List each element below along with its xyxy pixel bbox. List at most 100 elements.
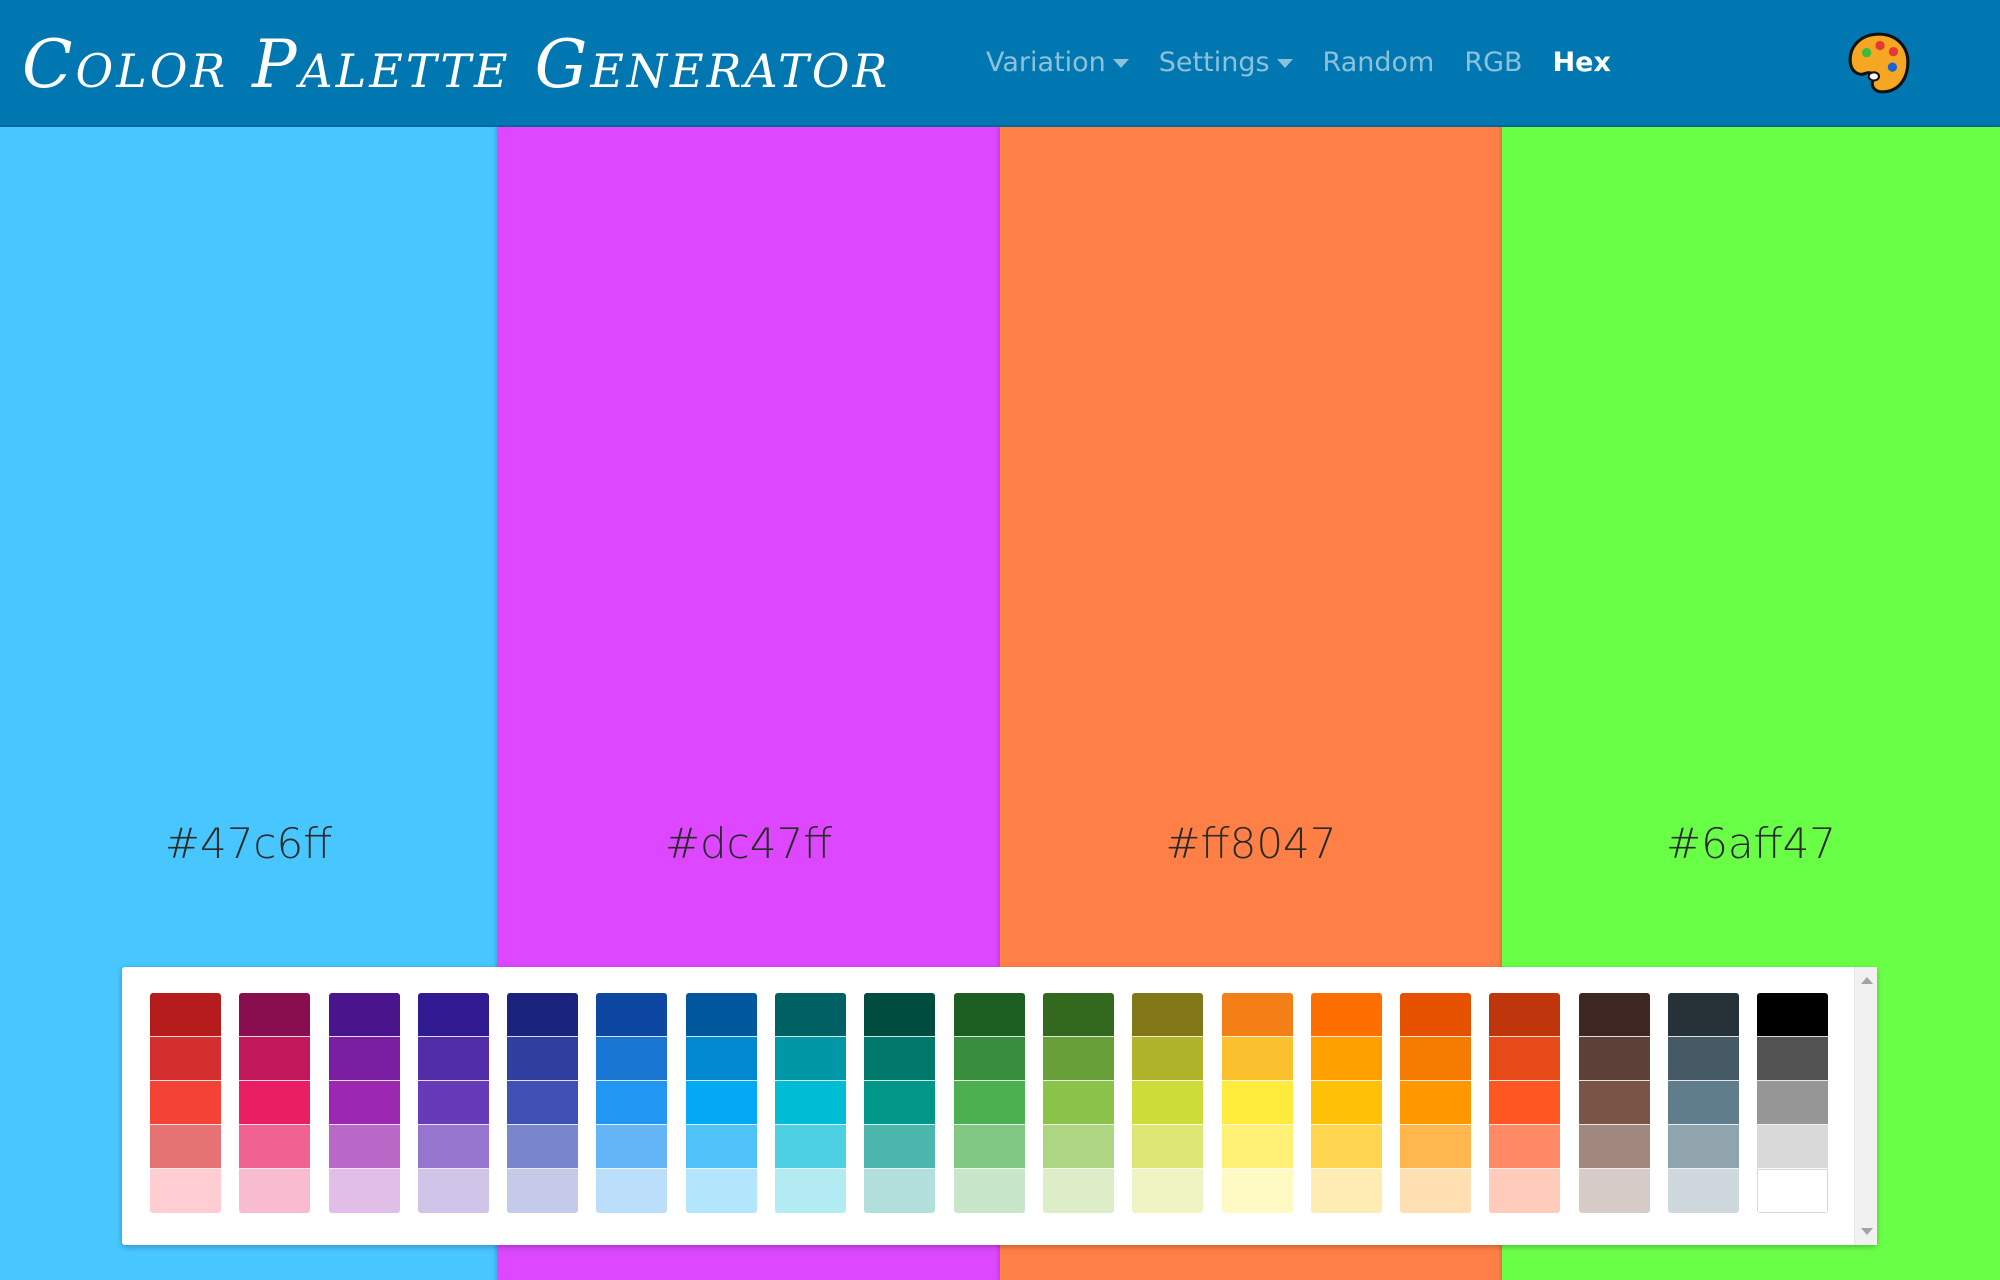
- color-swatch[interactable]: [1668, 1037, 1740, 1081]
- color-swatch[interactable]: [1400, 1125, 1472, 1169]
- color-swatch[interactable]: [1578, 1125, 1650, 1169]
- color-swatch[interactable]: [1757, 1169, 1829, 1213]
- color-swatch[interactable]: [864, 1125, 936, 1169]
- color-swatch[interactable]: [1757, 1081, 1829, 1125]
- color-swatch[interactable]: [150, 1037, 221, 1081]
- color-swatch[interactable]: [685, 1037, 757, 1081]
- color-swatch[interactable]: [1132, 1037, 1204, 1081]
- color-swatch[interactable]: [1757, 1037, 1829, 1081]
- color-swatch[interactable]: [150, 1169, 221, 1213]
- color-swatch[interactable]: [685, 1125, 757, 1169]
- color-swatch[interactable]: [1757, 1125, 1829, 1169]
- color-swatch[interactable]: [417, 993, 489, 1037]
- color-swatch[interactable]: [864, 993, 936, 1037]
- color-swatch[interactable]: [507, 1125, 579, 1169]
- color-swatch[interactable]: [1042, 993, 1114, 1037]
- color-swatch[interactable]: [1132, 993, 1204, 1037]
- color-swatch[interactable]: [507, 1037, 579, 1081]
- color-swatch[interactable]: [953, 1169, 1025, 1213]
- color-swatch[interactable]: [1221, 1081, 1293, 1125]
- color-swatch[interactable]: [1221, 1037, 1293, 1081]
- color-swatch[interactable]: [775, 993, 847, 1037]
- color-swatch[interactable]: [1042, 1169, 1114, 1213]
- color-hex-label[interactable]: #47c6ff: [0, 819, 497, 868]
- color-swatch[interactable]: [239, 1037, 311, 1081]
- color-swatch[interactable]: [1668, 993, 1740, 1037]
- color-swatch[interactable]: [596, 1169, 668, 1213]
- color-swatch[interactable]: [596, 1081, 668, 1125]
- color-swatch[interactable]: [775, 1125, 847, 1169]
- color-swatch[interactable]: [328, 1081, 400, 1125]
- color-swatch[interactable]: [1489, 1169, 1561, 1213]
- nav-variation[interactable]: Variation: [986, 47, 1129, 78]
- brand-title[interactable]: Color Palette Generator: [22, 14, 890, 114]
- color-swatch[interactable]: [239, 1125, 311, 1169]
- color-swatch[interactable]: [1578, 993, 1650, 1037]
- artist-palette-icon[interactable]: [1846, 30, 1912, 96]
- color-swatch[interactable]: [1757, 993, 1829, 1037]
- color-swatch[interactable]: [1489, 1037, 1561, 1081]
- color-swatch[interactable]: [417, 1125, 489, 1169]
- color-swatch[interactable]: [864, 1037, 936, 1081]
- color-swatch[interactable]: [1489, 993, 1561, 1037]
- color-swatch[interactable]: [1310, 993, 1382, 1037]
- color-swatch[interactable]: [775, 1169, 847, 1213]
- nav-rgb[interactable]: RGB: [1464, 47, 1522, 78]
- color-swatch[interactable]: [1578, 1169, 1650, 1213]
- color-swatch[interactable]: [239, 1081, 311, 1125]
- color-swatch[interactable]: [1578, 1037, 1650, 1081]
- color-swatch[interactable]: [1042, 1081, 1114, 1125]
- color-swatch[interactable]: [150, 1081, 221, 1125]
- color-swatch[interactable]: [1489, 1125, 1561, 1169]
- scrollbar[interactable]: [1854, 967, 1877, 1245]
- scroll-up-icon[interactable]: [1861, 977, 1873, 984]
- color-swatch[interactable]: [685, 993, 757, 1037]
- color-swatch[interactable]: [1400, 993, 1472, 1037]
- color-swatch[interactable]: [239, 1169, 311, 1213]
- color-swatch[interactable]: [685, 1081, 757, 1125]
- color-swatch[interactable]: [1132, 1169, 1204, 1213]
- color-swatch[interactable]: [953, 1125, 1025, 1169]
- color-swatch[interactable]: [1400, 1037, 1472, 1081]
- color-swatch[interactable]: [775, 1037, 847, 1081]
- color-swatch[interactable]: [1132, 1081, 1204, 1125]
- color-swatch[interactable]: [1489, 1081, 1561, 1125]
- color-swatch[interactable]: [1221, 1169, 1293, 1213]
- color-swatch[interactable]: [1400, 1169, 1472, 1213]
- color-swatch[interactable]: [1668, 1169, 1740, 1213]
- color-swatch[interactable]: [507, 1169, 579, 1213]
- color-swatch[interactable]: [328, 1037, 400, 1081]
- color-swatch[interactable]: [507, 1081, 579, 1125]
- color-swatch[interactable]: [1668, 1125, 1740, 1169]
- color-swatch[interactable]: [596, 1125, 668, 1169]
- color-hex-label[interactable]: #6aff47: [1502, 819, 2000, 868]
- nav-settings[interactable]: Settings: [1159, 47, 1293, 78]
- color-swatch[interactable]: [417, 1037, 489, 1081]
- color-swatch[interactable]: [328, 1169, 400, 1213]
- color-swatch[interactable]: [1578, 1081, 1650, 1125]
- color-swatch[interactable]: [1042, 1037, 1114, 1081]
- color-swatch[interactable]: [864, 1169, 936, 1213]
- color-swatch[interactable]: [150, 993, 221, 1037]
- color-swatch[interactable]: [953, 1081, 1025, 1125]
- color-swatch[interactable]: [328, 1125, 400, 1169]
- color-swatch[interactable]: [417, 1081, 489, 1125]
- color-swatch[interactable]: [1310, 1125, 1382, 1169]
- color-swatch[interactable]: [953, 1037, 1025, 1081]
- color-swatch[interactable]: [596, 1037, 668, 1081]
- color-swatch[interactable]: [596, 993, 668, 1037]
- color-swatch[interactable]: [150, 1125, 221, 1169]
- color-swatch[interactable]: [953, 993, 1025, 1037]
- color-swatch[interactable]: [1400, 1081, 1472, 1125]
- nav-hex[interactable]: Hex: [1553, 47, 1611, 78]
- color-swatch[interactable]: [1310, 1037, 1382, 1081]
- color-swatch[interactable]: [507, 993, 579, 1037]
- color-swatch[interactable]: [1221, 1125, 1293, 1169]
- color-swatch[interactable]: [775, 1081, 847, 1125]
- color-swatch[interactable]: [417, 1169, 489, 1213]
- color-swatch[interactable]: [1042, 1125, 1114, 1169]
- color-swatch[interactable]: [685, 1169, 757, 1213]
- color-swatch[interactable]: [1132, 1125, 1204, 1169]
- color-swatch[interactable]: [328, 993, 400, 1037]
- color-swatch[interactable]: [239, 993, 311, 1037]
